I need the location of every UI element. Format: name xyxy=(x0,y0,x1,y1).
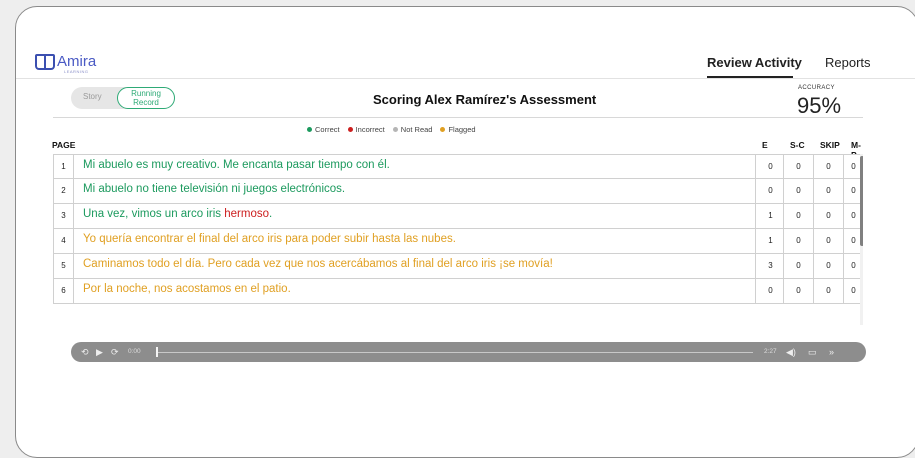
skip-count: 0 xyxy=(813,204,843,228)
nav-review-activity[interactable]: Review Activity xyxy=(707,55,802,70)
legend: Correct Incorrect Not Read Flagged xyxy=(307,125,476,134)
word-segment[interactable]: . xyxy=(269,208,272,220)
skip-count: 0 xyxy=(813,179,843,203)
col-skip: SKIP xyxy=(820,140,840,150)
row-passage-text[interactable]: Una vez, vimos un arco iris hermoso. xyxy=(83,208,272,220)
e-count: 0 xyxy=(755,179,785,203)
word-segment[interactable]: Caminamos todo el día. Pero cada vez que… xyxy=(83,258,553,270)
row-page-number: 2 xyxy=(54,179,74,203)
legend-flagged: Flagged xyxy=(440,125,476,134)
brand-name: Amira xyxy=(57,53,97,70)
not-read-dot-icon xyxy=(392,127,398,132)
sc-count: 0 xyxy=(783,254,813,278)
table-row[interactable]: 4 Yo quería encontrar el final del arco i… xyxy=(53,229,861,254)
skip-count: 0 xyxy=(813,155,843,179)
audio-player: ⟲ ▶ ⟳ 0:00 2:27 ◀) ▭ » xyxy=(71,342,866,362)
page-title: Scoring Alex Ramírez's Assessment xyxy=(373,92,597,107)
panel-divider xyxy=(53,117,863,118)
play-icon[interactable]: ▶ xyxy=(96,346,103,358)
col-page: PAGE xyxy=(52,140,76,150)
e-count: 1 xyxy=(755,229,785,253)
row-page-number: 5 xyxy=(54,254,74,278)
legend-incorrect: Incorrect xyxy=(347,125,385,134)
row-page-number: 1 xyxy=(54,155,74,179)
e-count: 0 xyxy=(755,279,785,303)
skip-count: 0 xyxy=(813,254,843,278)
table-row[interactable]: 5 Caminamos todo el día. Pero cada vez qu… xyxy=(53,254,861,279)
view-toggle[interactable]: Story Running Record xyxy=(71,87,175,109)
table-row[interactable]: 6 Por la noche, nos acostamos en el patio… xyxy=(53,279,861,304)
word-segment[interactable]: hermoso xyxy=(224,208,269,220)
correct-dot-icon xyxy=(307,127,312,132)
word-segment[interactable]: Una vez, vimos un arco iris xyxy=(83,208,224,220)
assessment-panel: Story Running Record Scoring Alex Ramíre… xyxy=(52,83,865,353)
legend-not-read: Not Read xyxy=(392,125,432,134)
expand-icon[interactable]: » xyxy=(829,346,834,358)
row-page-number: 3 xyxy=(54,204,74,228)
row-passage-text[interactable]: Yo quería encontrar el final del arco ir… xyxy=(83,233,456,245)
forward-icon[interactable]: ⟳ xyxy=(111,346,119,358)
header-divider xyxy=(16,78,915,79)
word-segment[interactable]: Yo quería encontrar el final del arco ir… xyxy=(83,233,456,245)
accuracy-label: ACCURACY xyxy=(798,85,835,91)
sc-count: 0 xyxy=(783,179,813,203)
rewind-icon[interactable]: ⟲ xyxy=(81,346,89,358)
row-passage-text[interactable]: Mi abuelo no tiene televisión ni juegos … xyxy=(83,183,345,195)
cast-icon[interactable]: ▭ xyxy=(808,346,817,358)
row-page-number: 6 xyxy=(54,279,74,303)
toggle-story[interactable]: Story xyxy=(83,92,102,101)
skip-count: 0 xyxy=(813,229,843,253)
running-record-table[interactable]: 6 Por la noche, nos acostamos en el patio… xyxy=(53,154,863,325)
amira-logo[interactable]: Amira LEARNING xyxy=(35,53,97,74)
app-window: Amira LEARNING Review Activity Reports S… xyxy=(15,6,915,458)
word-segment[interactable]: Por la noche, nos acostamos en el patio. xyxy=(83,283,291,295)
sc-count: 0 xyxy=(783,279,813,303)
sc-count: 0 xyxy=(783,229,813,253)
skip-count: 0 xyxy=(813,279,843,303)
toggle-running-record[interactable]: Running Record xyxy=(117,87,175,109)
progress-track[interactable] xyxy=(158,352,753,353)
row-passage-text[interactable]: Por la noche, nos acostamos en el patio. xyxy=(83,283,291,295)
incorrect-dot-icon xyxy=(347,127,353,132)
progress-knob[interactable] xyxy=(156,347,158,357)
top-bar: Amira LEARNING Review Activity Reports xyxy=(16,7,915,87)
nav-reports[interactable]: Reports xyxy=(825,55,871,70)
col-sc: S-C xyxy=(790,140,805,150)
volume-icon[interactable]: ◀) xyxy=(786,346,796,358)
e-count: 0 xyxy=(755,155,785,179)
word-segment[interactable]: Mi abuelo es muy creativo. Me encanta pa… xyxy=(83,159,390,171)
e-count: 3 xyxy=(755,254,785,278)
table-row[interactable]: 1 Mi abuelo es muy creativo. Me encanta p… xyxy=(53,154,861,179)
brand-sub: LEARNING xyxy=(64,69,89,74)
sc-count: 0 xyxy=(783,155,813,179)
accuracy-value: 95% xyxy=(797,93,842,118)
flagged-dot-icon xyxy=(440,127,446,132)
legend-correct: Correct xyxy=(307,125,340,134)
scrollbar-thumb[interactable] xyxy=(860,156,863,246)
row-page-number: 4 xyxy=(54,229,74,253)
book-logo-icon xyxy=(35,54,55,70)
word-segment[interactable]: Mi abuelo no tiene televisión ni juegos … xyxy=(83,183,345,195)
sc-count: 0 xyxy=(783,204,813,228)
table-row[interactable]: 2 Mi abuelo no tiene televisión ni juegos… xyxy=(53,179,861,204)
row-passage-text[interactable]: Caminamos todo el día. Pero cada vez que… xyxy=(83,258,553,270)
e-count: 1 xyxy=(755,204,785,228)
duration: 2:27 xyxy=(764,348,777,355)
table-row[interactable]: 3 Una vez, vimos un arco iris hermoso. 1 0 0… xyxy=(53,204,861,229)
row-passage-text[interactable]: Mi abuelo es muy creativo. Me encanta pa… xyxy=(83,159,390,171)
current-time: 0:00 xyxy=(128,348,141,355)
col-e: E xyxy=(762,140,768,150)
